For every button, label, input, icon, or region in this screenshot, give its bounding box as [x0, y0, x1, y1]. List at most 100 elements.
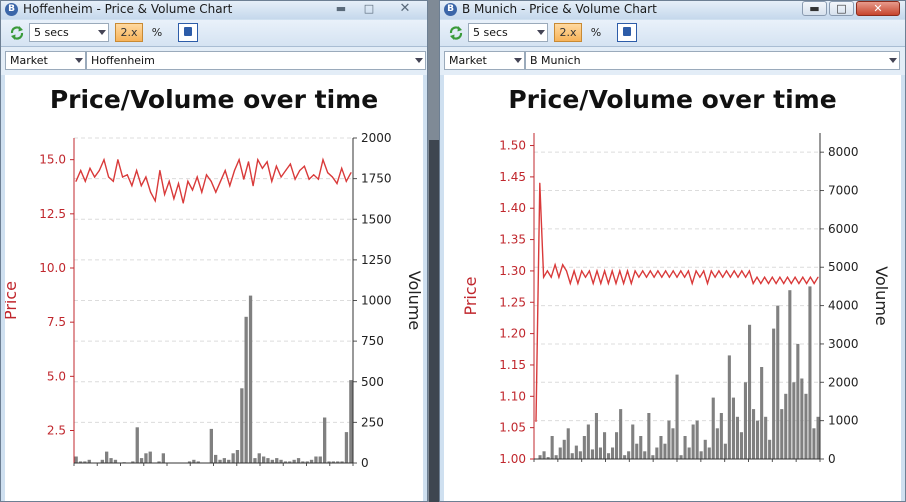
volume-tick-label: 0 — [361, 456, 369, 470]
filter-type-select[interactable]: Market — [5, 51, 86, 70]
price-point — [215, 191, 217, 193]
percent-button[interactable]: % — [150, 23, 164, 42]
refresh-interval-select[interactable]: 5 secs — [29, 23, 109, 42]
volume-bar — [679, 455, 683, 459]
volume-bar — [715, 428, 719, 459]
volume-bar — [139, 458, 144, 463]
price-point — [638, 276, 640, 278]
refresh-icon[interactable] — [9, 25, 25, 41]
volume-bar — [554, 455, 558, 459]
volume-tick-label: 500 — [361, 375, 384, 389]
speed-button[interactable]: 2.x — [115, 23, 143, 42]
price-point — [308, 178, 310, 180]
price-point — [665, 270, 667, 272]
volume-bar — [671, 428, 675, 459]
volume-bar — [699, 451, 703, 459]
price-point — [604, 270, 606, 272]
price-point — [771, 276, 773, 278]
volume-bar — [349, 380, 353, 463]
price-point — [619, 270, 621, 272]
price-point — [336, 182, 338, 185]
volume-bar — [687, 447, 691, 459]
price-point — [275, 165, 277, 167]
volume-bar — [651, 455, 655, 459]
price-point — [252, 185, 254, 187]
price-point — [84, 180, 86, 182]
price-point — [280, 176, 282, 178]
close-icon[interactable]: ✕ — [393, 1, 417, 16]
volume-bar — [631, 424, 635, 459]
market-select[interactable]: B Munich — [525, 51, 900, 70]
price-point — [266, 161, 268, 163]
price-point — [89, 167, 91, 169]
volume-bar — [683, 436, 687, 459]
refresh-interval-value: 5 secs — [473, 26, 508, 39]
price-point — [684, 276, 686, 278]
volume-bar — [148, 451, 152, 463]
volume-bar — [344, 432, 349, 463]
volume-bar — [780, 409, 784, 459]
price-tick-label: 1.15 — [499, 358, 526, 372]
price-point — [173, 198, 175, 200]
volume-tick-label: 0 — [828, 452, 836, 466]
price-point — [331, 176, 333, 178]
filter-type-select[interactable]: Market — [444, 51, 525, 70]
dropdown-arrow-icon — [537, 30, 545, 35]
volume-bar — [253, 458, 257, 463]
volume-bar — [550, 436, 554, 459]
price-point — [741, 270, 743, 272]
refresh-icon[interactable] — [448, 25, 464, 41]
price-point — [725, 270, 728, 272]
close-icon[interactable]: ✕ — [856, 1, 900, 16]
price-point — [539, 182, 541, 184]
price-point — [75, 180, 77, 182]
speed-button[interactable]: 2.x — [554, 23, 582, 42]
price-tick-label: 7.5 — [47, 315, 66, 329]
title-bar[interactable]: B Hoffenheim - Price & Volume Chart ▬ □ … — [1, 1, 427, 19]
volume-tick-label: 2000 — [828, 375, 859, 389]
maximize-icon[interactable]: □ — [359, 1, 379, 16]
volume-bar — [314, 456, 318, 463]
price-point — [112, 180, 114, 182]
volume-bar — [598, 447, 602, 459]
price-point — [233, 169, 236, 172]
pin-button[interactable] — [617, 23, 637, 42]
dropdown-arrow-icon — [514, 58, 522, 63]
volume-bar — [607, 453, 611, 459]
price-point — [649, 270, 651, 272]
chart-area: Price/Volume over time 0 1000 2000 3000 4000… — [444, 75, 901, 501]
filter-type-value: Market — [10, 54, 48, 67]
percent-button[interactable]: % — [589, 23, 603, 42]
volume-tick-label: 5000 — [828, 260, 859, 274]
volume-bar — [748, 324, 752, 459]
pin-icon — [623, 27, 631, 36]
price-point — [695, 270, 697, 272]
price-point — [177, 182, 180, 185]
price-point — [672, 270, 674, 272]
volume-bar — [590, 449, 594, 459]
volume-bar — [582, 436, 586, 459]
volume-bar — [318, 456, 322, 463]
volume-bar — [240, 388, 244, 464]
price-point — [224, 169, 226, 172]
title-bar[interactable]: B B Munich - Price & Volume Chart ▬ □ ✕ — [440, 1, 905, 19]
volume-bar — [816, 416, 820, 459]
volume-axis-label: Volume — [872, 266, 891, 326]
price-point — [94, 176, 96, 178]
market-select[interactable]: Hoffenheim — [86, 51, 426, 70]
volume-bar — [135, 427, 139, 464]
price-volume-chart: 0 250 500 750 1000 1250 1500 1750 2000 2.5 5.0 7.5 1… — [5, 131, 423, 470]
volume-bar — [792, 382, 796, 459]
price-point — [196, 176, 198, 178]
volume-bar — [691, 424, 695, 459]
volume-bar — [562, 439, 566, 459]
pin-button[interactable] — [178, 23, 198, 42]
minimize-icon[interactable]: ▬ — [802, 1, 827, 16]
price-point — [668, 276, 670, 278]
refresh-interval-select[interactable]: 5 secs — [468, 23, 548, 42]
minimize-icon[interactable]: ▬ — [331, 1, 351, 16]
volume-bar — [768, 439, 772, 459]
price-point — [103, 159, 105, 161]
maximize-icon[interactable]: □ — [829, 1, 854, 16]
price-point — [798, 282, 800, 285]
